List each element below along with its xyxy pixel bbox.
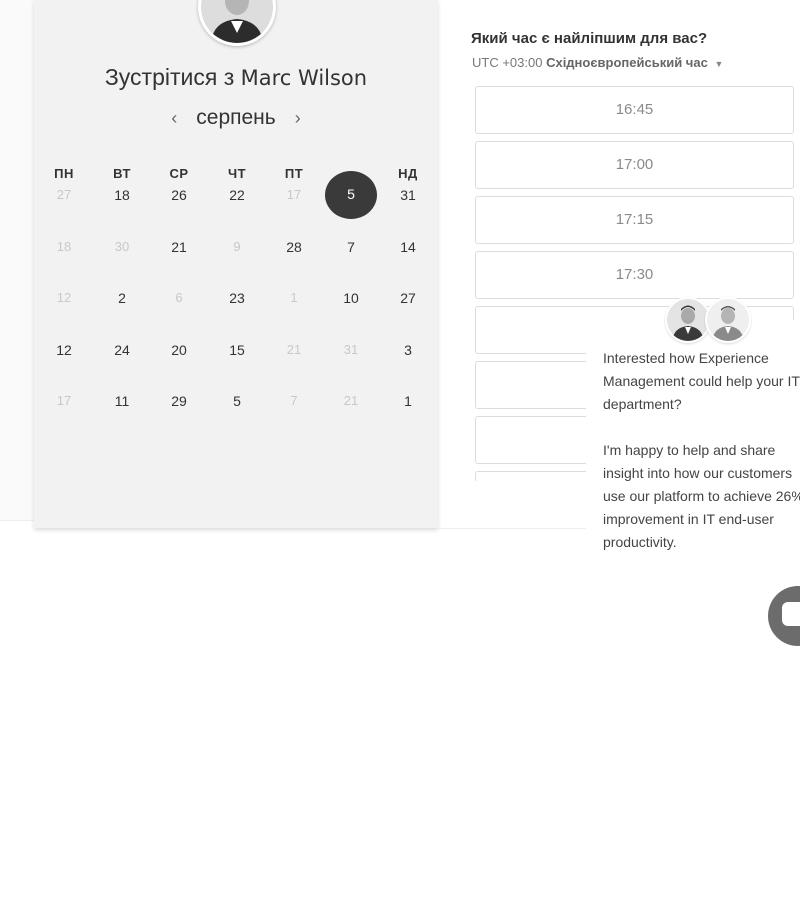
meeting-title: Зустрітися з Marc Wilson bbox=[34, 64, 438, 91]
calendar-day[interactable]: 12 bbox=[39, 327, 89, 373]
calendar-day[interactable]: 11 bbox=[97, 378, 147, 424]
calendar-day: 7 bbox=[290, 393, 298, 408]
calendar-day[interactable]: 23 bbox=[212, 275, 262, 321]
timezone-selector[interactable]: UTC +03:00 Східноєвропейський час ▼ bbox=[472, 55, 723, 70]
chat-agent-avatar bbox=[705, 297, 751, 343]
chat-line: use our platform to achieve 26% bbox=[603, 488, 800, 504]
calendar-day: 21 bbox=[286, 342, 302, 357]
chat-line: insight into how our customers bbox=[603, 465, 793, 481]
chat-line: I'm happy to help and share bbox=[603, 442, 776, 458]
calendar-day: 27 bbox=[56, 187, 72, 202]
timezone-offset: UTC +03:00 bbox=[472, 55, 543, 70]
month-navigation: ‹ серпень › bbox=[34, 106, 438, 130]
calendar-day[interactable]: 21 bbox=[154, 224, 204, 270]
calendar-day[interactable]: 14 bbox=[383, 224, 433, 270]
month-label: серпень bbox=[196, 106, 276, 129]
person-icon bbox=[667, 299, 709, 341]
calendar-day[interactable]: 18 bbox=[97, 172, 147, 218]
chat-bubble-icon bbox=[782, 602, 800, 626]
calendar-day: 18 bbox=[56, 239, 72, 254]
caret-down-icon: ▼ bbox=[714, 59, 724, 69]
calendar-day: 1 bbox=[290, 290, 298, 305]
calendar-day: 12 bbox=[56, 290, 72, 305]
calendar-day: 31 bbox=[343, 342, 359, 357]
chat-message: Interested how Experience Management cou… bbox=[603, 347, 800, 554]
chat-launcher-button[interactable] bbox=[768, 586, 800, 646]
calendar-day[interactable]: 22 bbox=[212, 172, 262, 218]
calendar-day[interactable]: 10 bbox=[326, 275, 376, 321]
calendar-day[interactable]: 24 bbox=[97, 327, 147, 373]
chat-line: improvement in IT end-user bbox=[603, 511, 774, 527]
background-strip bbox=[0, 0, 34, 520]
chat-line: productivity. bbox=[603, 534, 677, 550]
person-icon bbox=[707, 299, 749, 341]
time-slot-button[interactable]: 17:30 bbox=[475, 251, 794, 299]
calendar-day: 17 bbox=[56, 393, 72, 408]
calendar-day[interactable]: 20 bbox=[154, 327, 204, 373]
calendar-day[interactable]: 28 bbox=[269, 224, 319, 270]
calendar-day[interactable]: 2 bbox=[97, 275, 147, 321]
calendar-day[interactable]: 7 bbox=[326, 224, 376, 270]
calendar-day: 9 bbox=[233, 239, 241, 254]
chat-line: Interested how Experience bbox=[603, 350, 769, 366]
calendar-day[interactable]: 15 bbox=[212, 327, 262, 373]
calendar-day: 21 bbox=[343, 393, 359, 408]
calendar-day[interactable]: 29 bbox=[154, 378, 204, 424]
meeting-title-prefix: Зустрітися з bbox=[104, 64, 235, 90]
time-slot-button[interactable]: 17:00 bbox=[475, 141, 794, 189]
chat-line: Management could help your IT bbox=[603, 373, 800, 389]
calendar-day[interactable]: 31 bbox=[383, 172, 433, 218]
divider bbox=[0, 520, 34, 521]
chevron-right-icon[interactable]: › bbox=[284, 108, 312, 129]
time-question: Який час є найліпшим для вас? bbox=[471, 30, 708, 47]
calendar-day: 17 bbox=[286, 187, 302, 202]
calendar-day[interactable]: 26 bbox=[154, 172, 204, 218]
divider bbox=[438, 528, 588, 529]
time-slot-button[interactable]: 16:45 bbox=[475, 86, 794, 134]
calendar-day[interactable]: 3 bbox=[383, 327, 433, 373]
calendar-day[interactable]: 5 bbox=[212, 378, 262, 424]
chevron-left-icon[interactable]: ‹ bbox=[160, 108, 188, 129]
page: Зустрітися з Marc Wilson ‹ серпень › ПН В… bbox=[0, 0, 800, 900]
calendar-day-selected[interactable]: 5 bbox=[325, 171, 377, 219]
calendar-day: 6 bbox=[175, 290, 183, 305]
timezone-name: Східноєвропейський час bbox=[546, 55, 708, 70]
calendar-day[interactable]: 1 bbox=[383, 378, 433, 424]
host-name: Marc Wilson bbox=[240, 66, 368, 90]
calendar-day: 30 bbox=[114, 239, 130, 254]
calendar-day[interactable]: 27 bbox=[383, 275, 433, 321]
time-slot-button[interactable]: 17:15 bbox=[475, 196, 794, 244]
chat-line: department? bbox=[603, 396, 682, 412]
person-icon bbox=[201, 0, 273, 43]
